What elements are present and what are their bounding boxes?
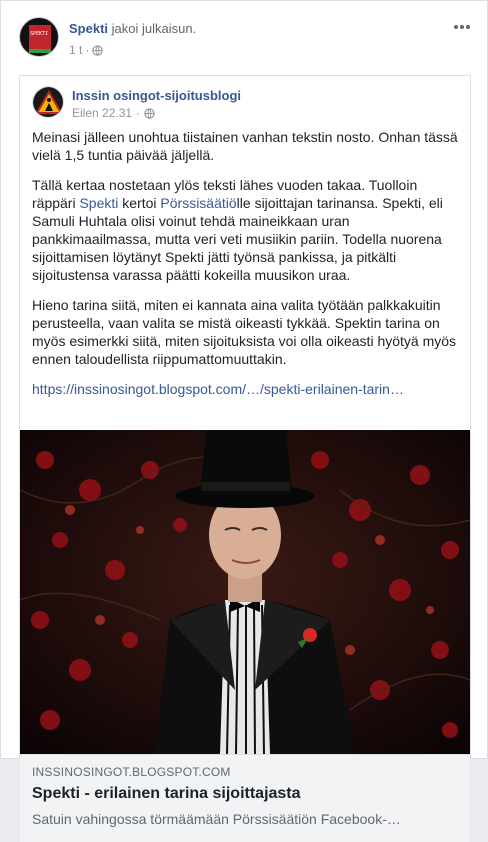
post-author-link[interactable]: Spekti <box>69 21 108 36</box>
link-preview-domain: INSSINOSINGOT.BLOGSPOT.COM <box>32 765 231 779</box>
spekti-mention-link[interactable]: Spekti <box>79 195 118 211</box>
link-preview-image[interactable] <box>20 430 470 754</box>
shared-post-header: Inssin osingot-sijoitusblogi Eilen 22.31… <box>32 86 452 126</box>
shared-post: Inssin osingot-sijoitusblogi Eilen 22.31… <box>19 75 471 842</box>
blog-post-url-link[interactable]: https://inssinosingot.blogspot.com/…/spe… <box>32 381 404 397</box>
shared-post-timestamp[interactable]: Eilen 22.31 <box>72 106 132 120</box>
blog-page-name[interactable]: Inssin osingot-sijoitusblogi <box>72 88 241 103</box>
shared-post-body: Meinasi jälleen unohtua tiistainen vanha… <box>32 128 462 410</box>
post-action-text: jakoi julkaisun. <box>111 21 197 36</box>
post-paragraph-3: Hieno tarina siitä, miten ei kannata ain… <box>32 297 457 367</box>
link-preview-title[interactable]: Spekti - erilainen tarina sijoittajasta <box>32 785 458 803</box>
porssisaatio-mention-link[interactable]: Pörssisäätiö <box>160 195 236 211</box>
warning-sign-icon <box>33 87 63 117</box>
avatar-logo-text: SPEKTI <box>30 31 49 37</box>
more-options-icon[interactable] <box>453 21 471 33</box>
link-preview-description: Satuin vahingossa törmäämään Pörssisääti… <box>32 811 401 827</box>
post-meta: 1 t · <box>69 43 104 57</box>
man-in-top-hat-photo <box>20 430 470 754</box>
post-header: SPEKTI Spekti jakoi julkaisun. 1 t · <box>19 17 471 61</box>
post-paragraph-1: Meinasi jälleen unohtua tiistainen vanha… <box>32 129 458 163</box>
post-timestamp[interactable]: 1 t <box>69 43 82 57</box>
feed-post-card: SPEKTI Spekti jakoi julkaisun. 1 t · Ins… <box>0 0 488 842</box>
globe-icon[interactable] <box>92 44 104 56</box>
post-url-paragraph: https://inssinosingot.blogspot.com/…/spe… <box>32 380 462 398</box>
blog-page-avatar[interactable] <box>32 86 64 118</box>
spekti-avatar[interactable]: SPEKTI <box>19 17 59 57</box>
post-paragraph-2: Tällä kertaa nostetaan ylös teksti lähes… <box>32 177 443 283</box>
shared-post-meta: Eilen 22.31 · <box>72 106 155 120</box>
post-author-line: Spekti jakoi julkaisun. <box>69 21 196 36</box>
globe-icon[interactable] <box>144 107 155 119</box>
link-preview-caption[interactable]: INSSINOSINGOT.BLOGSPOT.COM Spekti - eril… <box>20 754 470 842</box>
